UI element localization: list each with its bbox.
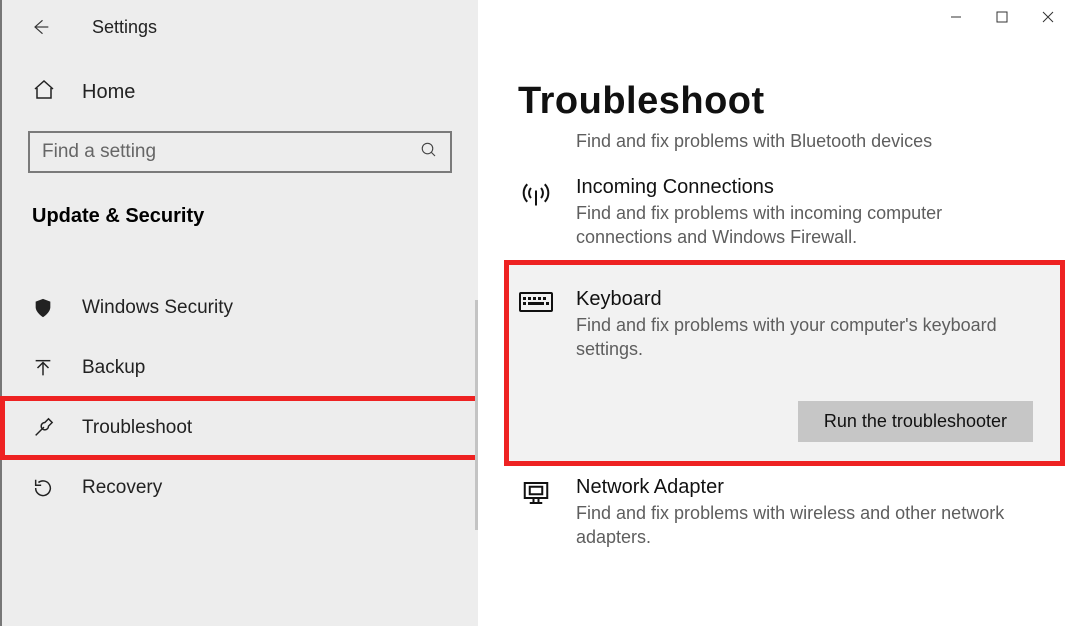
search-input[interactable] — [42, 141, 420, 163]
sidebar-item-label: Recovery — [82, 477, 162, 499]
minimize-button[interactable] — [933, 0, 979, 34]
sidebar-nav: Windows Security Backup Troubleshoot Rec… — [2, 278, 478, 518]
ts-item-bluetooth-subtitle: Find and fix problems with Bluetooth dev… — [576, 131, 1061, 152]
ts-item-title: Network Adapter — [576, 476, 1006, 499]
ts-item-network-adapter[interactable]: Network Adapter Find and fix problems wi… — [518, 462, 1061, 564]
ts-item-keyboard[interactable]: Keyboard Find and fix problems with your… — [508, 264, 1061, 463]
ts-item-title: Keyboard — [576, 288, 1006, 311]
search-box[interactable] — [28, 131, 452, 173]
back-icon[interactable] — [30, 17, 50, 37]
close-button[interactable] — [1025, 0, 1071, 34]
page-title: Troubleshoot — [518, 80, 1061, 123]
sidebar-item-home[interactable]: Home — [2, 54, 478, 131]
window-controls — [933, 0, 1071, 34]
sidebar-item-troubleshoot[interactable]: Troubleshoot — [2, 398, 478, 458]
recovery-icon — [30, 475, 56, 501]
maximize-button[interactable] — [979, 0, 1025, 34]
troubleshoot-list: Incoming Connections Find and fix proble… — [518, 162, 1061, 564]
sidebar-section-header: Update & Security — [2, 173, 478, 238]
sidebar-item-label: Backup — [82, 357, 145, 379]
search-icon — [420, 141, 438, 164]
sidebar: Settings Home Update & Security Windows … — [0, 0, 478, 626]
home-icon — [32, 78, 56, 107]
window-title: Settings — [92, 17, 157, 38]
ts-item-title: Incoming Connections — [576, 176, 1006, 199]
home-label: Home — [82, 81, 135, 104]
sidebar-item-recovery[interactable]: Recovery — [2, 458, 478, 518]
sidebar-item-label: Windows Security — [82, 297, 233, 319]
ts-item-subtitle: Find and fix problems with your computer… — [576, 313, 1006, 362]
sidebar-item-backup[interactable]: Backup — [2, 338, 478, 398]
keyboard-icon — [518, 288, 554, 362]
sidebar-item-label: Troubleshoot — [82, 417, 192, 439]
network-adapter-icon — [518, 476, 554, 550]
titlebar-left: Settings — [2, 0, 478, 54]
run-troubleshooter-button[interactable]: Run the troubleshooter — [798, 401, 1033, 442]
ts-item-subtitle: Find and fix problems with incoming comp… — [576, 201, 1006, 250]
backup-icon — [30, 355, 56, 381]
wrench-icon — [30, 415, 56, 441]
shield-icon — [30, 295, 56, 321]
ts-item-subtitle: Find and fix problems with wireless and … — [576, 501, 1006, 550]
sidebar-item-windows-security[interactable]: Windows Security — [2, 278, 478, 338]
ts-item-incoming-connections[interactable]: Incoming Connections Find and fix proble… — [518, 162, 1061, 264]
antenna-icon — [518, 176, 554, 250]
main-panel: Troubleshoot Find and fix problems with … — [478, 0, 1071, 626]
